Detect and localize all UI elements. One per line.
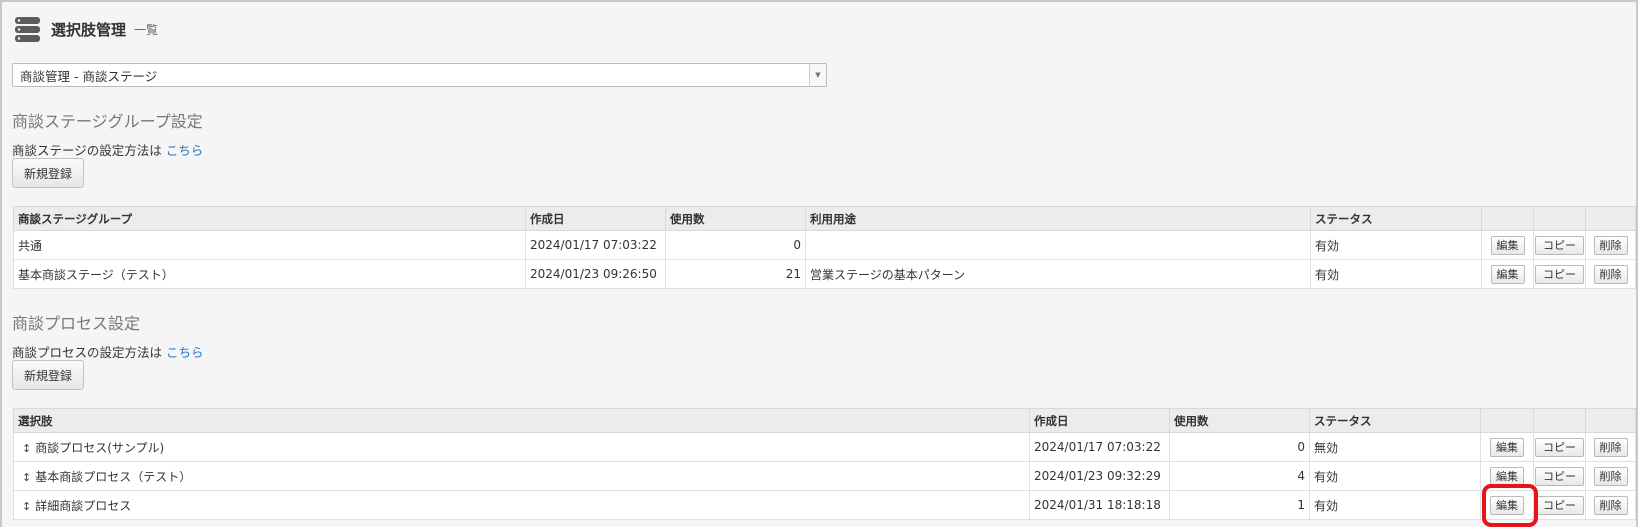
column-header: 使用数 <box>665 206 806 231</box>
copy-button[interactable]: コピー <box>1535 437 1584 457</box>
copy-button[interactable]: コピー <box>1535 466 1584 486</box>
database-icon <box>15 16 40 42</box>
row-name-text: 基本商談プロセス（テスト） <box>35 469 192 484</box>
drag-handle-icon[interactable]: ↕ <box>22 500 31 513</box>
row-count: 21 <box>665 259 806 289</box>
delete-button[interactable]: 削除 <box>1593 466 1628 486</box>
table-row: ↕ 詳細商談プロセス 2024/01/31 18:18:18 1 有効 編集 コピ… <box>13 490 1636 520</box>
column-header: 選択肢 <box>13 408 1030 433</box>
column-header: 使用数 <box>1169 408 1310 433</box>
row-name[interactable]: ↕ 詳細商談プロセス <box>13 490 1030 520</box>
row-status: 有効 <box>1310 230 1482 260</box>
table-row: 基本商談ステージ（テスト） 2024/01/23 09:26:50 21 営業ス… <box>13 259 1636 289</box>
delete-button[interactable]: 削除 <box>1593 437 1628 457</box>
process-section-title: 商談プロセス設定 <box>12 314 141 333</box>
edit-button[interactable]: 編集 <box>1490 235 1525 255</box>
stage-group-new-button[interactable]: 新規登録 <box>12 158 84 188</box>
stage-group-help-link[interactable]: こちら <box>166 143 204 158</box>
process-table: 選択肢 作成日 使用数 ステータス ↕ 商談プロセス(サンプル) 2024/01/… <box>13 408 1636 520</box>
row-count: 4 <box>1169 461 1310 491</box>
column-header: 作成日 <box>1029 408 1170 433</box>
category-select-value: 商談管理 - 商談ステージ <box>20 68 158 84</box>
row-name[interactable]: ↕ 基本商談プロセス（テスト） <box>13 461 1030 491</box>
process-help-text: 商談プロセスの設定方法は <box>12 345 163 360</box>
row-status: 無効 <box>1309 432 1481 462</box>
row-created: 2024/01/23 09:26:50 <box>525 259 666 289</box>
page-header: 選択肢管理 一覧 <box>14 14 158 44</box>
page-subtitle: 一覧 <box>134 22 159 37</box>
stage-group-help: 商談ステージの設定方法は こちら <box>12 140 203 159</box>
copy-button[interactable]: コピー <box>1535 495 1584 515</box>
row-usage <box>805 230 1311 260</box>
row-usage: 営業ステージの基本パターン <box>805 259 1311 289</box>
row-name: 共通 <box>13 230 526 260</box>
stage-group-section-title: 商談ステージグループ設定 <box>12 112 203 131</box>
stage-group-help-text: 商談ステージの設定方法は <box>12 143 162 158</box>
category-select[interactable]: 商談管理 - 商談ステージ ▼ <box>12 63 827 87</box>
row-count: 1 <box>1169 490 1310 520</box>
process-help: 商談プロセスの設定方法は こちら <box>12 342 204 361</box>
row-status: 有効 <box>1309 490 1481 520</box>
row-count: 0 <box>665 230 806 260</box>
copy-button[interactable]: コピー <box>1535 264 1584 284</box>
column-header: 利用用途 <box>805 206 1311 231</box>
column-header: 商談ステージグループ <box>13 206 526 231</box>
row-created: 2024/01/31 18:18:18 <box>1029 490 1170 520</box>
edit-button[interactable]: 編集 <box>1490 466 1524 486</box>
edit-button[interactable]: 編集 <box>1490 437 1524 457</box>
column-header: ステータス <box>1309 408 1481 433</box>
row-created: 2024/01/23 09:32:29 <box>1029 461 1170 491</box>
row-name-text: 商談プロセス(サンプル) <box>35 440 165 455</box>
row-created: 2024/01/17 07:03:22 <box>1029 432 1170 462</box>
copy-button[interactable]: コピー <box>1535 235 1584 255</box>
edit-button[interactable]: 編集 <box>1490 264 1525 284</box>
drag-handle-icon[interactable]: ↕ <box>22 442 31 455</box>
delete-button[interactable]: 削除 <box>1593 495 1628 515</box>
process-help-link[interactable]: こちら <box>166 345 204 360</box>
page-title: 選択肢管理 <box>51 20 127 39</box>
process-new-button[interactable]: 新規登録 <box>12 360 84 390</box>
table-header-row: 商談ステージグループ 作成日 使用数 利用用途 ステータス <box>13 206 1636 231</box>
stage-group-table: 商談ステージグループ 作成日 使用数 利用用途 ステータス 共通 2024/01… <box>13 206 1636 289</box>
row-name: 基本商談ステージ（テスト） <box>13 259 526 289</box>
highlight-annotation <box>1482 484 1538 527</box>
table-row: 共通 2024/01/17 07:03:22 0 有効 編集 コピー 削除 <box>13 230 1636 260</box>
chevron-down-icon[interactable]: ▼ <box>809 64 826 86</box>
row-status: 有効 <box>1309 461 1481 491</box>
column-header: ステータス <box>1310 206 1482 231</box>
row-created: 2024/01/17 07:03:22 <box>525 230 666 260</box>
table-header-row: 選択肢 作成日 使用数 ステータス <box>13 408 1636 433</box>
drag-handle-icon[interactable]: ↕ <box>22 471 31 484</box>
table-row: ↕ 商談プロセス(サンプル) 2024/01/17 07:03:22 0 無効 編… <box>13 432 1636 462</box>
row-status: 有効 <box>1310 259 1482 289</box>
delete-button[interactable]: 削除 <box>1593 235 1628 255</box>
row-name-text: 詳細商談プロセス <box>35 498 132 513</box>
delete-button[interactable]: 削除 <box>1593 264 1628 284</box>
row-name[interactable]: ↕ 商談プロセス(サンプル) <box>13 432 1030 462</box>
table-row: ↕ 基本商談プロセス（テスト） 2024/01/23 09:32:29 4 有効 … <box>13 461 1636 491</box>
column-header: 作成日 <box>525 206 666 231</box>
row-count: 0 <box>1169 432 1310 462</box>
